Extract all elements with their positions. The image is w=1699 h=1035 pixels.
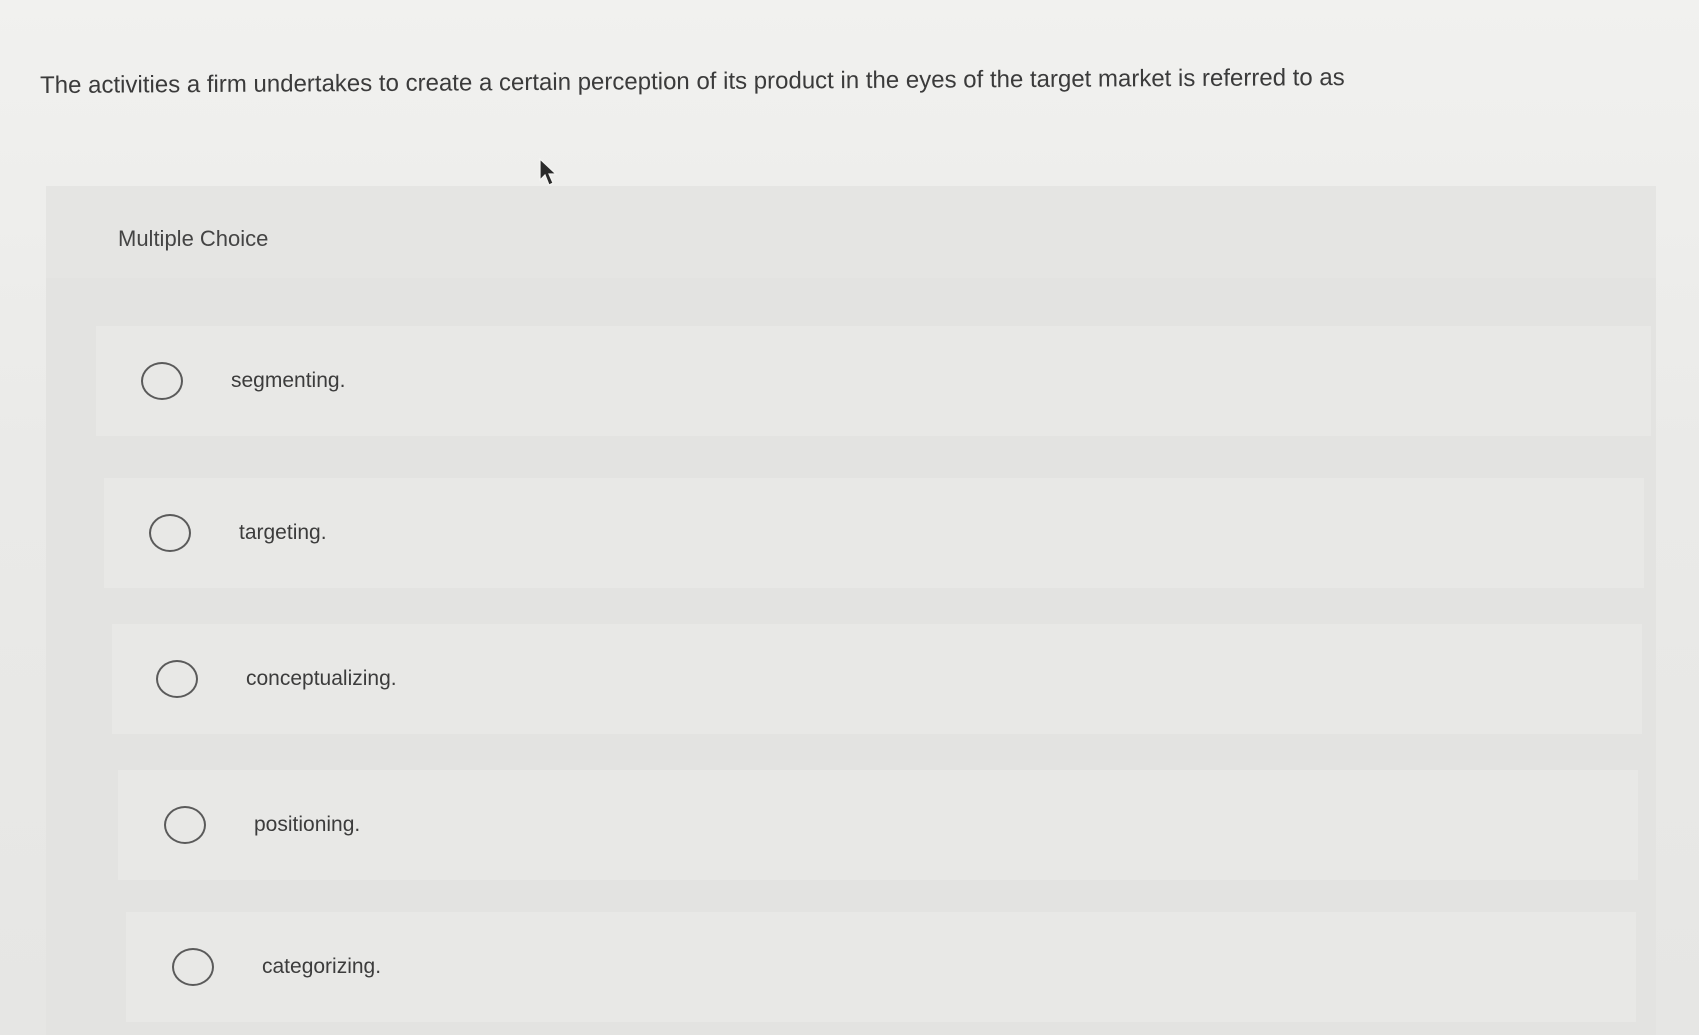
question-text: The activities a firm undertakes to crea…	[40, 64, 1345, 99]
radio-button[interactable]	[156, 660, 198, 698]
option-label: conceptualizing.	[246, 667, 397, 690]
radio-button[interactable]	[141, 362, 183, 400]
option-positioning[interactable]: positioning.	[118, 770, 1638, 880]
option-conceptualizing[interactable]: conceptualizing.	[112, 624, 1642, 734]
option-label: targeting.	[239, 521, 327, 544]
radio-button[interactable]	[172, 948, 214, 986]
card-header: Multiple Choice	[46, 186, 1656, 278]
option-label: segmenting.	[231, 369, 346, 392]
option-targeting[interactable]: targeting.	[104, 478, 1644, 588]
option-segmenting[interactable]: segmenting.	[96, 326, 1651, 436]
radio-button[interactable]	[164, 806, 206, 844]
radio-button[interactable]	[149, 514, 191, 552]
multiple-choice-card: Multiple Choice segmenting. targeting. c…	[46, 186, 1656, 1035]
card-label: Multiple Choice	[118, 226, 269, 251]
option-label: positioning.	[254, 813, 361, 836]
option-categorizing[interactable]: categorizing.	[126, 912, 1636, 1022]
option-label: categorizing.	[262, 955, 382, 978]
quiz-page: The activities a firm undertakes to crea…	[0, 0, 1699, 1035]
arrow-cursor-icon	[539, 158, 558, 186]
